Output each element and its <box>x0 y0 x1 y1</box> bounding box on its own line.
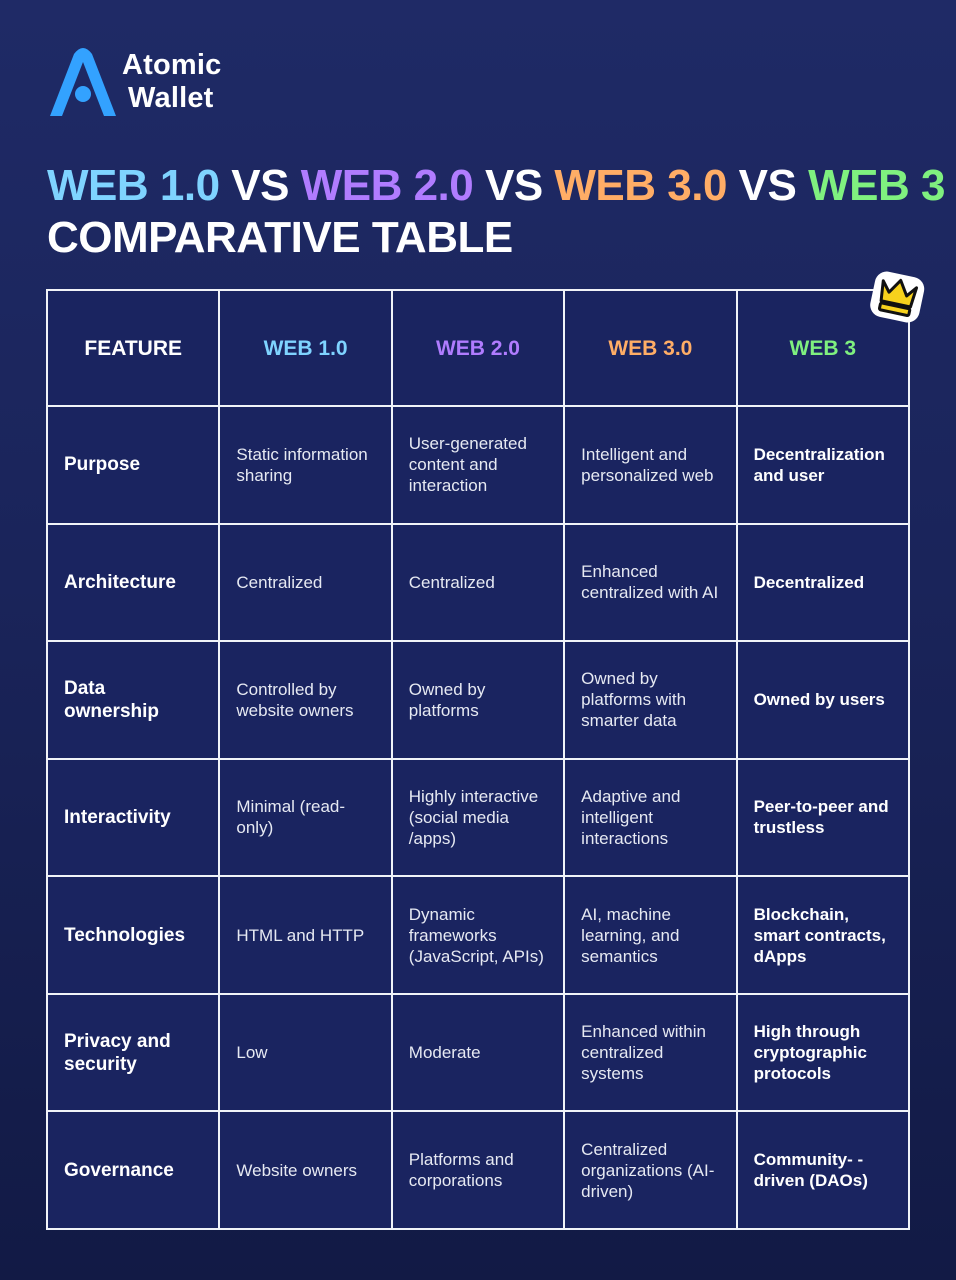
web3-cell: Blockchain, smart contracts, dApps <box>735 875 911 995</box>
web30-cell: Intelligent and personalized web <box>563 405 738 525</box>
web3-cell: High through cryptographic protocols <box>735 992 911 1113</box>
web1-cell: HTML and HTTP <box>218 875 393 995</box>
title-vs: VS <box>473 161 555 210</box>
header-web1: WEB 1.0 <box>218 289 393 407</box>
table-row: Architecture Centralized Centralized Enh… <box>45 522 911 643</box>
table-row: Privacy and security Low Moderate Enhanc… <box>45 992 911 1113</box>
web1-cell: Controlled by website owners <box>218 640 393 760</box>
title-web30: WEB 3.0 <box>554 161 727 210</box>
title-line1: WEB 1.0 VS WEB 2.0 VS WEB 3.0 VS WEB 3 <box>47 160 945 212</box>
title-vs: VS <box>726 161 809 210</box>
atomic-a-logo-icon <box>50 48 116 116</box>
web30-cell: AI, machine learning, and semantics <box>563 875 738 995</box>
comparison-table: FEATURE WEB 1.0 WEB 2.0 WEB 3.0 WEB 3 Pu… <box>45 289 911 1230</box>
brand-logo: Atomic Wallet <box>46 46 222 118</box>
web2-cell: Owned by platforms <box>390 640 566 760</box>
web2-cell: User-generated content and interaction <box>390 405 566 525</box>
table-row: Technologies HTML and HTTP Dynamic frame… <box>45 875 911 995</box>
web30-cell: Owned by platforms with smarter data <box>563 640 738 760</box>
web30-cell: Enhanced within centralized systems <box>563 992 738 1113</box>
web30-cell: Enhanced centralized with AI <box>563 522 738 643</box>
table-row: Interactivity Minimal (read-only) Highly… <box>45 757 911 878</box>
feature-cell: Interactivity <box>45 757 221 878</box>
web1-cell: Website owners <box>218 1110 393 1230</box>
table-header-row: FEATURE WEB 1.0 WEB 2.0 WEB 3.0 WEB 3 <box>45 289 911 407</box>
table-row: Governance Website owners Platforms and … <box>45 1110 911 1230</box>
web2-cell: Centralized <box>390 522 566 643</box>
title-web1: WEB 1.0 <box>47 161 220 210</box>
feature-cell: Architecture <box>45 522 221 643</box>
web3-cell: Community- -driven (DAOs) <box>735 1110 911 1230</box>
title-web2: WEB 2.0 <box>300 161 474 210</box>
web1-cell: Minimal (read-only) <box>218 757 393 878</box>
title-vs: VS <box>219 161 301 210</box>
feature-cell: Purpose <box>45 405 221 525</box>
header-feature: FEATURE <box>45 289 221 407</box>
feature-cell: Privacy and security <box>45 992 221 1113</box>
web30-cell: Centralized organizations (AI-driven) <box>563 1110 738 1230</box>
web3-cell: Owned by users <box>735 640 911 760</box>
brand-name: Atomic Wallet <box>122 49 222 115</box>
feature-cell: Data ownership <box>45 640 221 760</box>
web1-cell: Centralized <box>218 522 393 643</box>
web2-cell: Platforms and corporations <box>390 1110 566 1230</box>
title-line2: COMPARATIVE TABLE <box>47 213 513 262</box>
web3-cell: Peer-to-peer and trustless <box>735 757 911 878</box>
brand-name-line2: Wallet <box>128 82 214 114</box>
web2-cell: Highly interactive (social media /apps) <box>390 757 566 878</box>
table-row: Data ownership Controlled by website own… <box>45 640 911 760</box>
title-web3: WEB 3 <box>808 161 945 210</box>
web3-cell: Decentralization and user <box>735 405 911 525</box>
table-row: Purpose Static information sharing User-… <box>45 405 911 525</box>
web2-cell: Dynamic frameworks (JavaScript, APIs) <box>390 875 566 995</box>
header-web2: WEB 2.0 <box>390 289 566 407</box>
web2-cell: Moderate <box>390 992 566 1113</box>
crown-icon <box>870 271 925 323</box>
feature-cell: Governance <box>45 1110 221 1230</box>
page-title: WEB 1.0 VS WEB 2.0 VS WEB 3.0 VS WEB 3 C… <box>47 160 945 264</box>
feature-cell: Technologies <box>45 875 221 995</box>
header-web30: WEB 3.0 <box>563 289 738 407</box>
web3-cell: Decentralized <box>735 522 911 643</box>
web30-cell: Adaptive and intelligent interactions <box>563 757 738 878</box>
brand-name-line1: Atomic <box>122 49 222 81</box>
web1-cell: Static information sharing <box>218 405 393 525</box>
web1-cell: Low <box>218 992 393 1113</box>
